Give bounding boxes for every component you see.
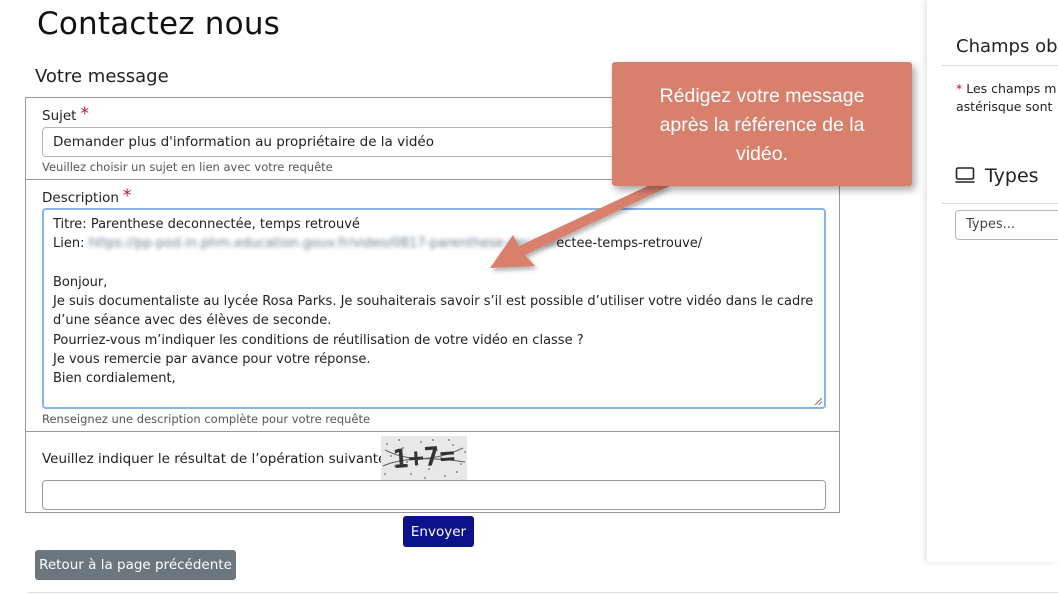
description-line: d’une séance avec des élèves de seconde. <box>53 313 332 329</box>
captcha-answer-input[interactable] <box>42 480 826 510</box>
description-line: Je suis documentaliste au lycée Rosa Par… <box>53 294 814 310</box>
description-line: Pourriez-vous m’indiquer les conditions … <box>53 332 584 348</box>
description-link-line: Lien: https://pp-pod.in.phm.education.go… <box>53 236 703 252</box>
divider <box>28 592 1058 593</box>
description-label: Description * <box>42 186 132 206</box>
required-mark: * <box>122 186 132 206</box>
required-fields-title: Champs ob <box>956 36 1058 57</box>
types-heading: Types <box>955 165 1039 187</box>
section-title: Votre message <box>35 66 169 87</box>
types-input[interactable]: Types... <box>955 210 1058 240</box>
page-title: Contactez nous <box>37 6 281 42</box>
subject-label: Sujet * <box>42 104 89 124</box>
description-line: Je vous remercie par avance pour votre r… <box>53 352 371 368</box>
captcha-image: 1+7= <box>381 436 467 480</box>
description-line: Bien cordialement, <box>53 371 176 387</box>
callout-line: après la référence de la <box>659 114 865 136</box>
subject-help: Veuillez choisir un sujet en lien avec v… <box>42 160 333 174</box>
captcha-text: 1+7= <box>392 441 457 475</box>
description-line: Bonjour, <box>53 274 108 290</box>
monitor-icon <box>955 167 975 183</box>
description-line: Titre: Parenthese deconnectée, temps ret… <box>53 217 360 232</box>
send-button[interactable]: Envoyer <box>403 516 474 547</box>
captcha-label: Veuillez indiquer le résultat de l’opéra… <box>42 447 399 468</box>
annotation-callout: Rédigez votre message après la référence… <box>612 62 912 186</box>
resize-handle-icon[interactable] <box>814 397 822 405</box>
blurred-link: https://pp-pod.in.phm.education.gouv.fr/… <box>88 236 557 252</box>
required-fields-note: * Les champs m astérisque sont <box>956 81 1057 114</box>
description-line <box>53 254 815 273</box>
callout-line: vidéo. <box>735 143 789 165</box>
divider <box>941 203 1058 204</box>
sidebar: Champs ob * Les champs m astérisque sont… <box>927 0 1058 562</box>
divider <box>26 431 839 432</box>
divider <box>941 65 1058 66</box>
description-textarea[interactable]: Titre: Parenthese deconnectée, temps ret… <box>42 208 826 409</box>
required-mark: * <box>80 104 89 124</box>
callout-line: Rédigez votre message <box>659 85 865 107</box>
back-button[interactable]: Retour à la page précédente <box>35 550 236 580</box>
description-help: Renseignez une description complète pour… <box>42 412 371 426</box>
